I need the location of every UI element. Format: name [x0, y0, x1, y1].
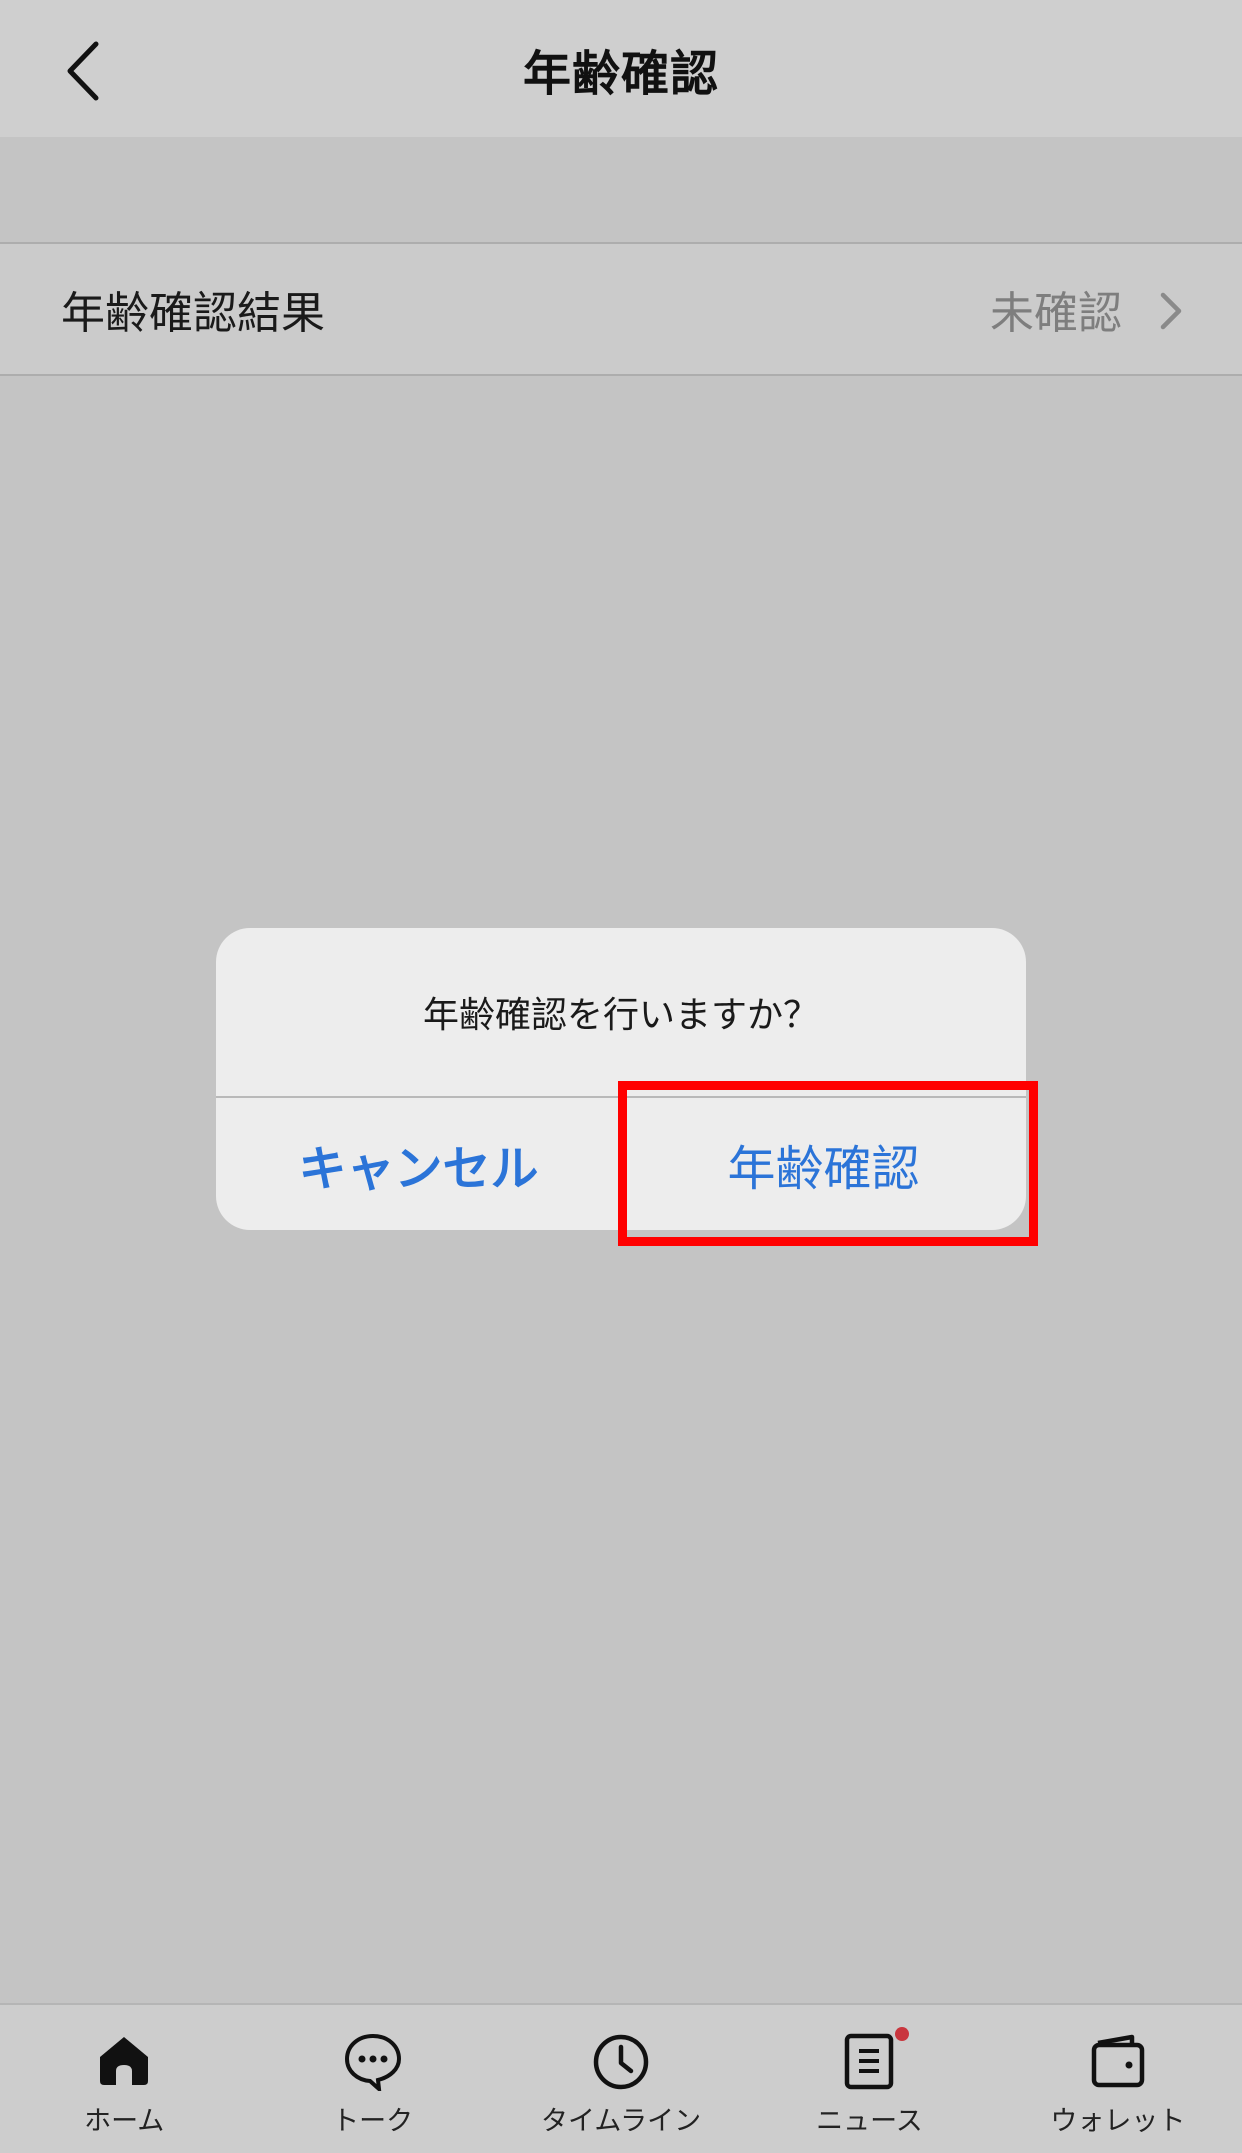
chevron-left-icon — [67, 41, 99, 101]
highlight-annotation — [618, 1081, 1038, 1246]
tab-talk[interactable]: トーク — [248, 2005, 496, 2153]
tab-label: トーク — [332, 2106, 414, 2137]
row-value: 未確認 — [990, 288, 1122, 339]
tab-label: ホーム — [84, 2106, 165, 2137]
clock-icon — [593, 2034, 649, 2090]
tab-label: ウォレット — [1050, 2106, 1186, 2137]
cancel-button[interactable]: キャンセル — [216, 1098, 621, 1230]
home-icon — [100, 2037, 149, 2085]
tab-timeline[interactable]: タイムライン — [497, 2005, 745, 2153]
tab-home[interactable]: ホーム — [0, 2005, 248, 2153]
navigation-header: 年齢確認 — [0, 0, 1242, 137]
age-verification-result-row[interactable]: 年齢確認結果 未確認 — [0, 242, 1242, 376]
age-verification-screen: 年齢確認 年齢確認結果 未確認 年齢確認を行いますか？ キャンセル 年齢確認 ホ… — [0, 0, 1242, 2153]
page-title: 年齢確認 — [522, 45, 719, 102]
section-spacer — [0, 137, 1242, 242]
news-icon — [845, 2033, 894, 2090]
row-label: 年齢確認結果 — [61, 288, 325, 339]
back-button[interactable] — [52, 36, 112, 106]
tab-label: ニュース — [816, 2106, 923, 2137]
tab-wallet[interactable]: ウォレット — [994, 2005, 1242, 2153]
dialog-message: 年齢確認を行いますか？ — [422, 995, 819, 1036]
tab-news[interactable]: ニュース — [745, 2005, 993, 2153]
tab-bar: ホーム トーク タイムライン ニュース ウォレット — [0, 2003, 1242, 2153]
notification-badge — [895, 2027, 910, 2041]
chat-bubble-icon — [344, 2033, 401, 2091]
chevron-right-icon — [1160, 292, 1182, 330]
wallet-icon — [1091, 2034, 1145, 2088]
tab-label: タイムライン — [540, 2106, 702, 2137]
